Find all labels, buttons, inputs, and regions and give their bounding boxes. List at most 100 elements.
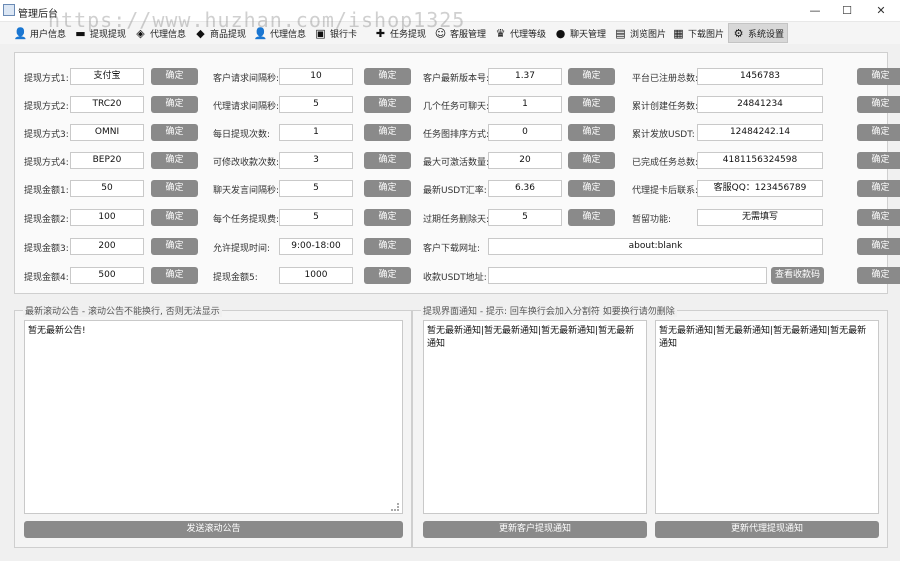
toolbar-item-9[interactable]: ● 聊天管理	[554, 23, 606, 43]
col2-input-5[interactable]: 5	[279, 209, 353, 226]
usdt-address-input[interactable]	[488, 267, 767, 284]
col4-confirm-button-2[interactable]: 确定	[857, 124, 900, 141]
col3-input-2[interactable]: 0	[488, 124, 562, 141]
col3-input-5[interactable]: 5	[488, 209, 562, 226]
col2-label-7: 提现金额5:	[213, 273, 258, 283]
col4-label-2: 累计发放USDT:	[632, 130, 695, 140]
col3-input-4[interactable]: 6.36	[488, 180, 562, 197]
col1-input-6[interactable]: 200	[70, 238, 144, 255]
col3-confirm-button-3[interactable]: 确定	[568, 152, 615, 169]
col3-confirm-button-4[interactable]: 确定	[568, 180, 615, 197]
update-agent-notice-button[interactable]: 更新代理提现通知	[655, 521, 879, 538]
window-title: 管理后台	[18, 9, 58, 20]
view-qr-button[interactable]: 查看收款码	[771, 267, 824, 284]
col4-input-3[interactable]: 4181156324598	[697, 152, 823, 169]
col3-confirm-button-5[interactable]: 确定	[568, 209, 615, 226]
shield-icon: ◈	[136, 26, 145, 40]
image-icon: ▤	[615, 26, 626, 40]
col2-label-4: 聊天发言间隔秒:	[213, 186, 280, 196]
col1-confirm-button-5[interactable]: 确定	[151, 209, 198, 226]
download-url-confirm-button[interactable]: 确定	[857, 238, 900, 255]
announcement-legend: 最新滚动公告 - 滚动公告不能换行, 否则无法显示	[23, 304, 222, 317]
support-icon: ☺	[434, 26, 447, 40]
col3-input-3[interactable]: 20	[488, 152, 562, 169]
col1-confirm-button-3[interactable]: 确定	[151, 152, 198, 169]
col4-label-3: 已完成任务总数:	[632, 158, 699, 168]
notice-group: 提现界面通知 - 提示: 回车换行会加入分割符 如要换行请勿删除 暂无最新通知|…	[412, 304, 888, 548]
col4-input-1[interactable]: 24841234	[697, 96, 823, 113]
col4-confirm-button-0[interactable]: 确定	[857, 68, 900, 85]
col1-input-1[interactable]: TRC20	[70, 96, 144, 113]
col1-confirm-button-0[interactable]: 确定	[151, 68, 198, 85]
send-announcement-button[interactable]: 发送滚动公告	[24, 521, 403, 538]
col2-confirm-button-5[interactable]: 确定	[364, 209, 411, 226]
col4-input-0[interactable]: 1456783	[697, 68, 823, 85]
toolbar-item-7[interactable]: ☺ 客服管理	[434, 23, 486, 43]
close-button[interactable]: ✕	[864, 0, 898, 22]
col1-input-7[interactable]: 500	[70, 267, 144, 284]
col2-input-6[interactable]: 9:00-18:00	[279, 238, 353, 255]
col2-confirm-button-0[interactable]: 确定	[364, 68, 411, 85]
toolbar-item-6[interactable]: ✚ 任务提现	[374, 23, 426, 43]
col2-input-1[interactable]: 5	[279, 96, 353, 113]
col2-input-4[interactable]: 5	[279, 180, 353, 197]
toolbar-item-0[interactable]: 👤 用户信息	[14, 23, 66, 43]
agent-icon: 👤	[253, 26, 268, 40]
download-url-input[interactable]: about:blank	[488, 238, 823, 255]
toolbar-item-8[interactable]: ♛ 代理等级	[494, 23, 546, 43]
col1-input-3[interactable]: BEP20	[70, 152, 144, 169]
col1-confirm-button-4[interactable]: 确定	[151, 180, 198, 197]
col2-confirm-button-2[interactable]: 确定	[364, 124, 411, 141]
app-icon	[3, 4, 15, 16]
toolbar-item-11[interactable]: ▦ 下载图片	[672, 23, 724, 43]
toolbar-item-12[interactable]: ⚙ 系统设置	[728, 23, 789, 43]
col3-confirm-button-0[interactable]: 确定	[568, 68, 615, 85]
col1-confirm-button-7[interactable]: 确定	[151, 267, 198, 284]
maximize-button[interactable]: ☐	[830, 0, 864, 22]
col1-confirm-button-1[interactable]: 确定	[151, 96, 198, 113]
col2-confirm-button-7[interactable]: 确定	[364, 267, 411, 284]
col2-input-7[interactable]: 1000	[279, 267, 353, 284]
col4-input-2[interactable]: 12484242.14	[697, 124, 823, 141]
title-bar: 管理后台 — ☐ ✕	[0, 0, 900, 22]
toolbar-item-label: 聊天管理	[570, 29, 607, 40]
col1-confirm-button-6[interactable]: 确定	[151, 238, 198, 255]
toolbar-item-4[interactable]: 👤 代理信息	[254, 23, 306, 43]
col4-confirm-button-4[interactable]: 确定	[857, 180, 900, 197]
toolbar-item-2[interactable]: ◈ 代理信息	[134, 23, 186, 43]
col1-input-4[interactable]: 50	[70, 180, 144, 197]
usdt-address-confirm-button[interactable]: 确定	[857, 267, 900, 284]
col4-input-4[interactable]: 客服QQ：123456789	[697, 180, 823, 197]
col1-confirm-button-2[interactable]: 确定	[151, 124, 198, 141]
col2-confirm-button-1[interactable]: 确定	[364, 96, 411, 113]
agent-notice-textarea[interactable]: 暂无最新通知|暂无最新通知|暂无最新通知|暂无最新通知	[655, 320, 879, 514]
col2-confirm-button-4[interactable]: 确定	[364, 180, 411, 197]
update-customer-notice-button[interactable]: 更新客户提现通知	[423, 521, 647, 538]
col1-input-5[interactable]: 100	[70, 209, 144, 226]
toolbar-item-10[interactable]: ▤ 浏览图片	[614, 23, 666, 43]
col1-input-2[interactable]: OMNI	[70, 124, 144, 141]
col3-confirm-button-1[interactable]: 确定	[568, 96, 615, 113]
customer-notice-textarea[interactable]: 暂无最新通知|暂无最新通知|暂无最新通知|暂无最新通知	[423, 320, 647, 514]
col2-input-2[interactable]: 1	[279, 124, 353, 141]
toolbar-item-5[interactable]: ▣ 银行卡	[314, 23, 357, 43]
col2-input-3[interactable]: 3	[279, 152, 353, 169]
col3-input-0[interactable]: 1.37	[488, 68, 562, 85]
col4-label-4: 代理提卡后联系:	[632, 186, 699, 196]
toolbar-item-3[interactable]: ◆ 商品提现	[194, 23, 246, 43]
gear-icon: ⚙	[733, 26, 744, 40]
col3-input-1[interactable]: 1	[488, 96, 562, 113]
minimize-button[interactable]: —	[798, 0, 832, 22]
settings-panel: 提现方式1: 支付宝 确定 提现方式2: TRC20 确定 提现方式3: OMNI 确定 提现方式…	[14, 52, 900, 294]
col2-confirm-button-6[interactable]: 确定	[364, 238, 411, 255]
col2-input-0[interactable]: 10	[279, 68, 353, 85]
col2-confirm-button-3[interactable]: 确定	[364, 152, 411, 169]
col4-confirm-button-3[interactable]: 确定	[857, 152, 900, 169]
col4-confirm-button-1[interactable]: 确定	[857, 96, 900, 113]
col1-input-0[interactable]: 支付宝	[70, 68, 144, 85]
toolbar-item-1[interactable]: ▬ 提现提现	[74, 23, 126, 43]
col4-input-5[interactable]: 无需填写	[697, 209, 823, 226]
col4-confirm-button-5[interactable]: 确定	[857, 209, 900, 226]
col3-confirm-button-2[interactable]: 确定	[568, 124, 615, 141]
announcement-textarea[interactable]: 暂无最新公告!	[24, 320, 403, 514]
